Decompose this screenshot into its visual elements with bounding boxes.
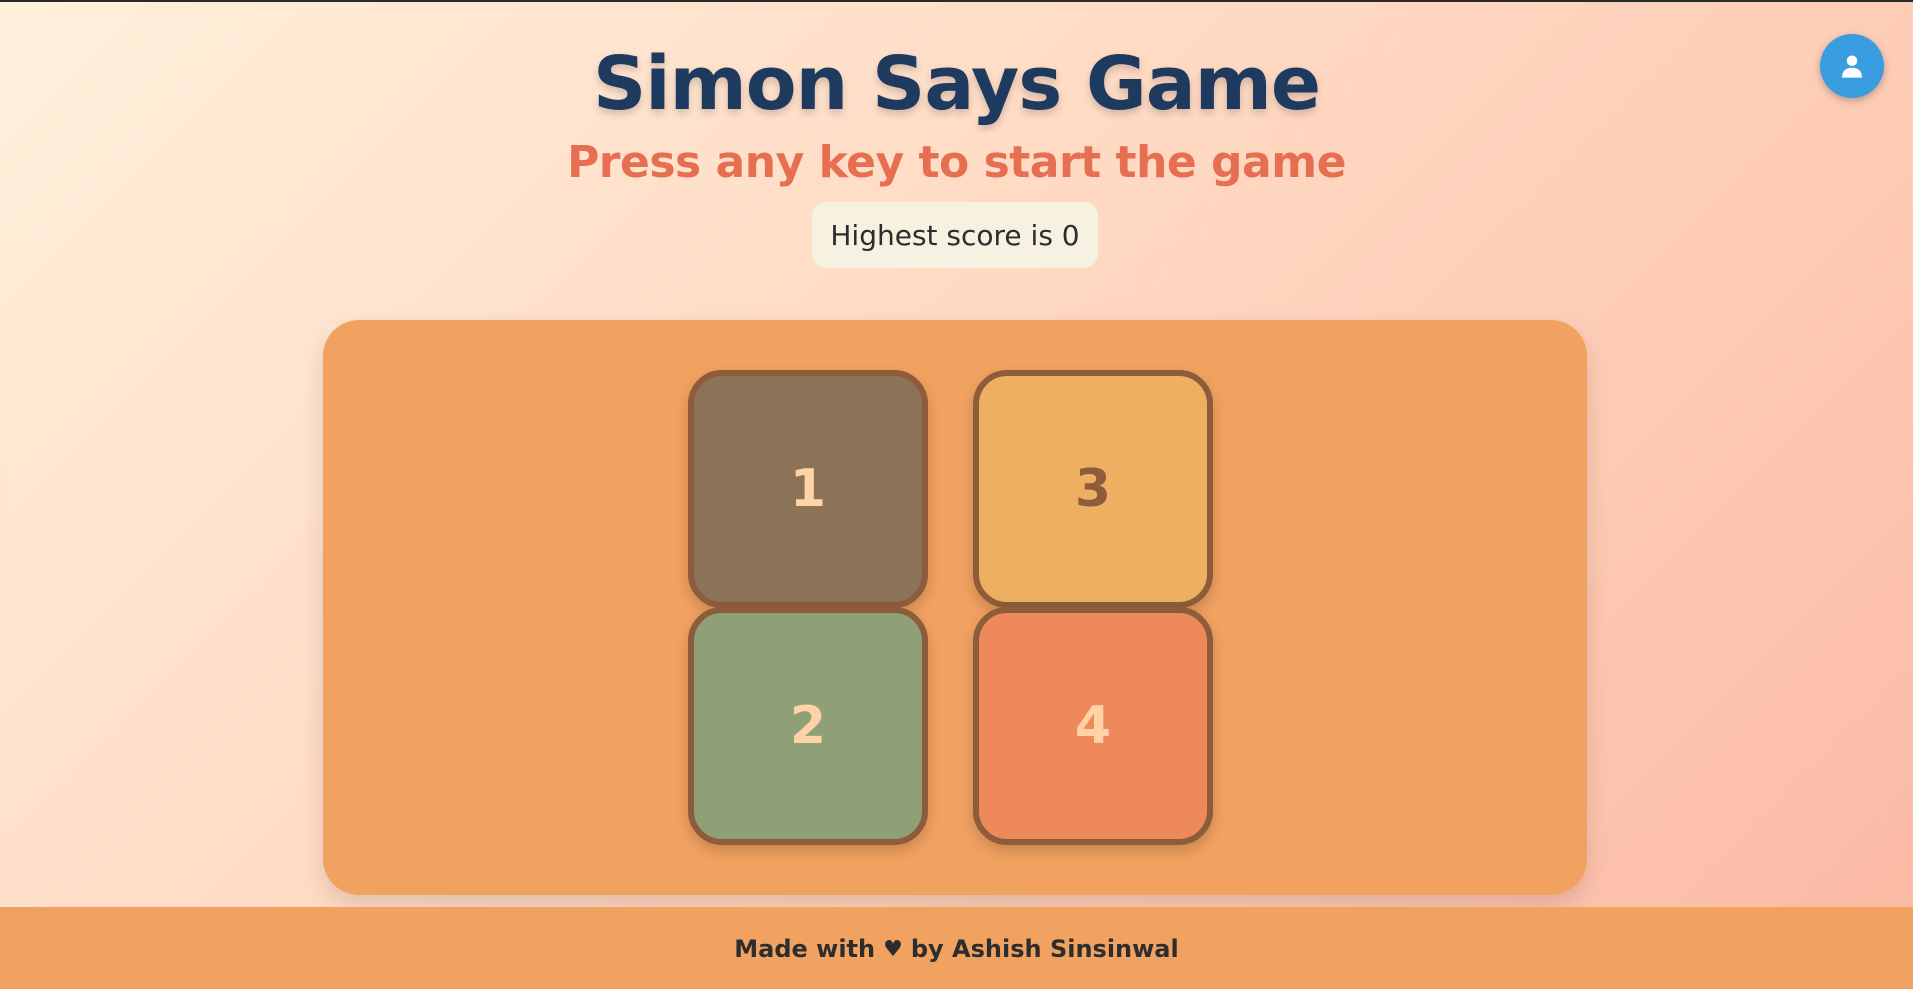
game-tile-4[interactable]: 4	[973, 607, 1213, 845]
game-tile-2[interactable]: 2	[688, 607, 928, 845]
footer-author: by Ashish Sinsinwal	[910, 935, 1179, 963]
page-title: Simon Says Game	[592, 41, 1321, 127]
game-tile-3[interactable]: 3	[973, 370, 1213, 608]
highest-score-badge: Highest score is 0	[812, 202, 1098, 268]
game-status-text: Press any key to start the game	[567, 137, 1346, 188]
user-icon	[1842, 55, 1862, 78]
heart-icon: ♥	[883, 936, 903, 962]
game-board: 1 3 2 4	[323, 320, 1587, 895]
user-profile-button[interactable]	[1820, 34, 1884, 98]
game-tile-1[interactable]: 1	[688, 370, 928, 608]
footer: Made with ♥ by Ashish Sinsinwal	[0, 907, 1913, 989]
footer-prefix: Made with	[734, 935, 876, 963]
